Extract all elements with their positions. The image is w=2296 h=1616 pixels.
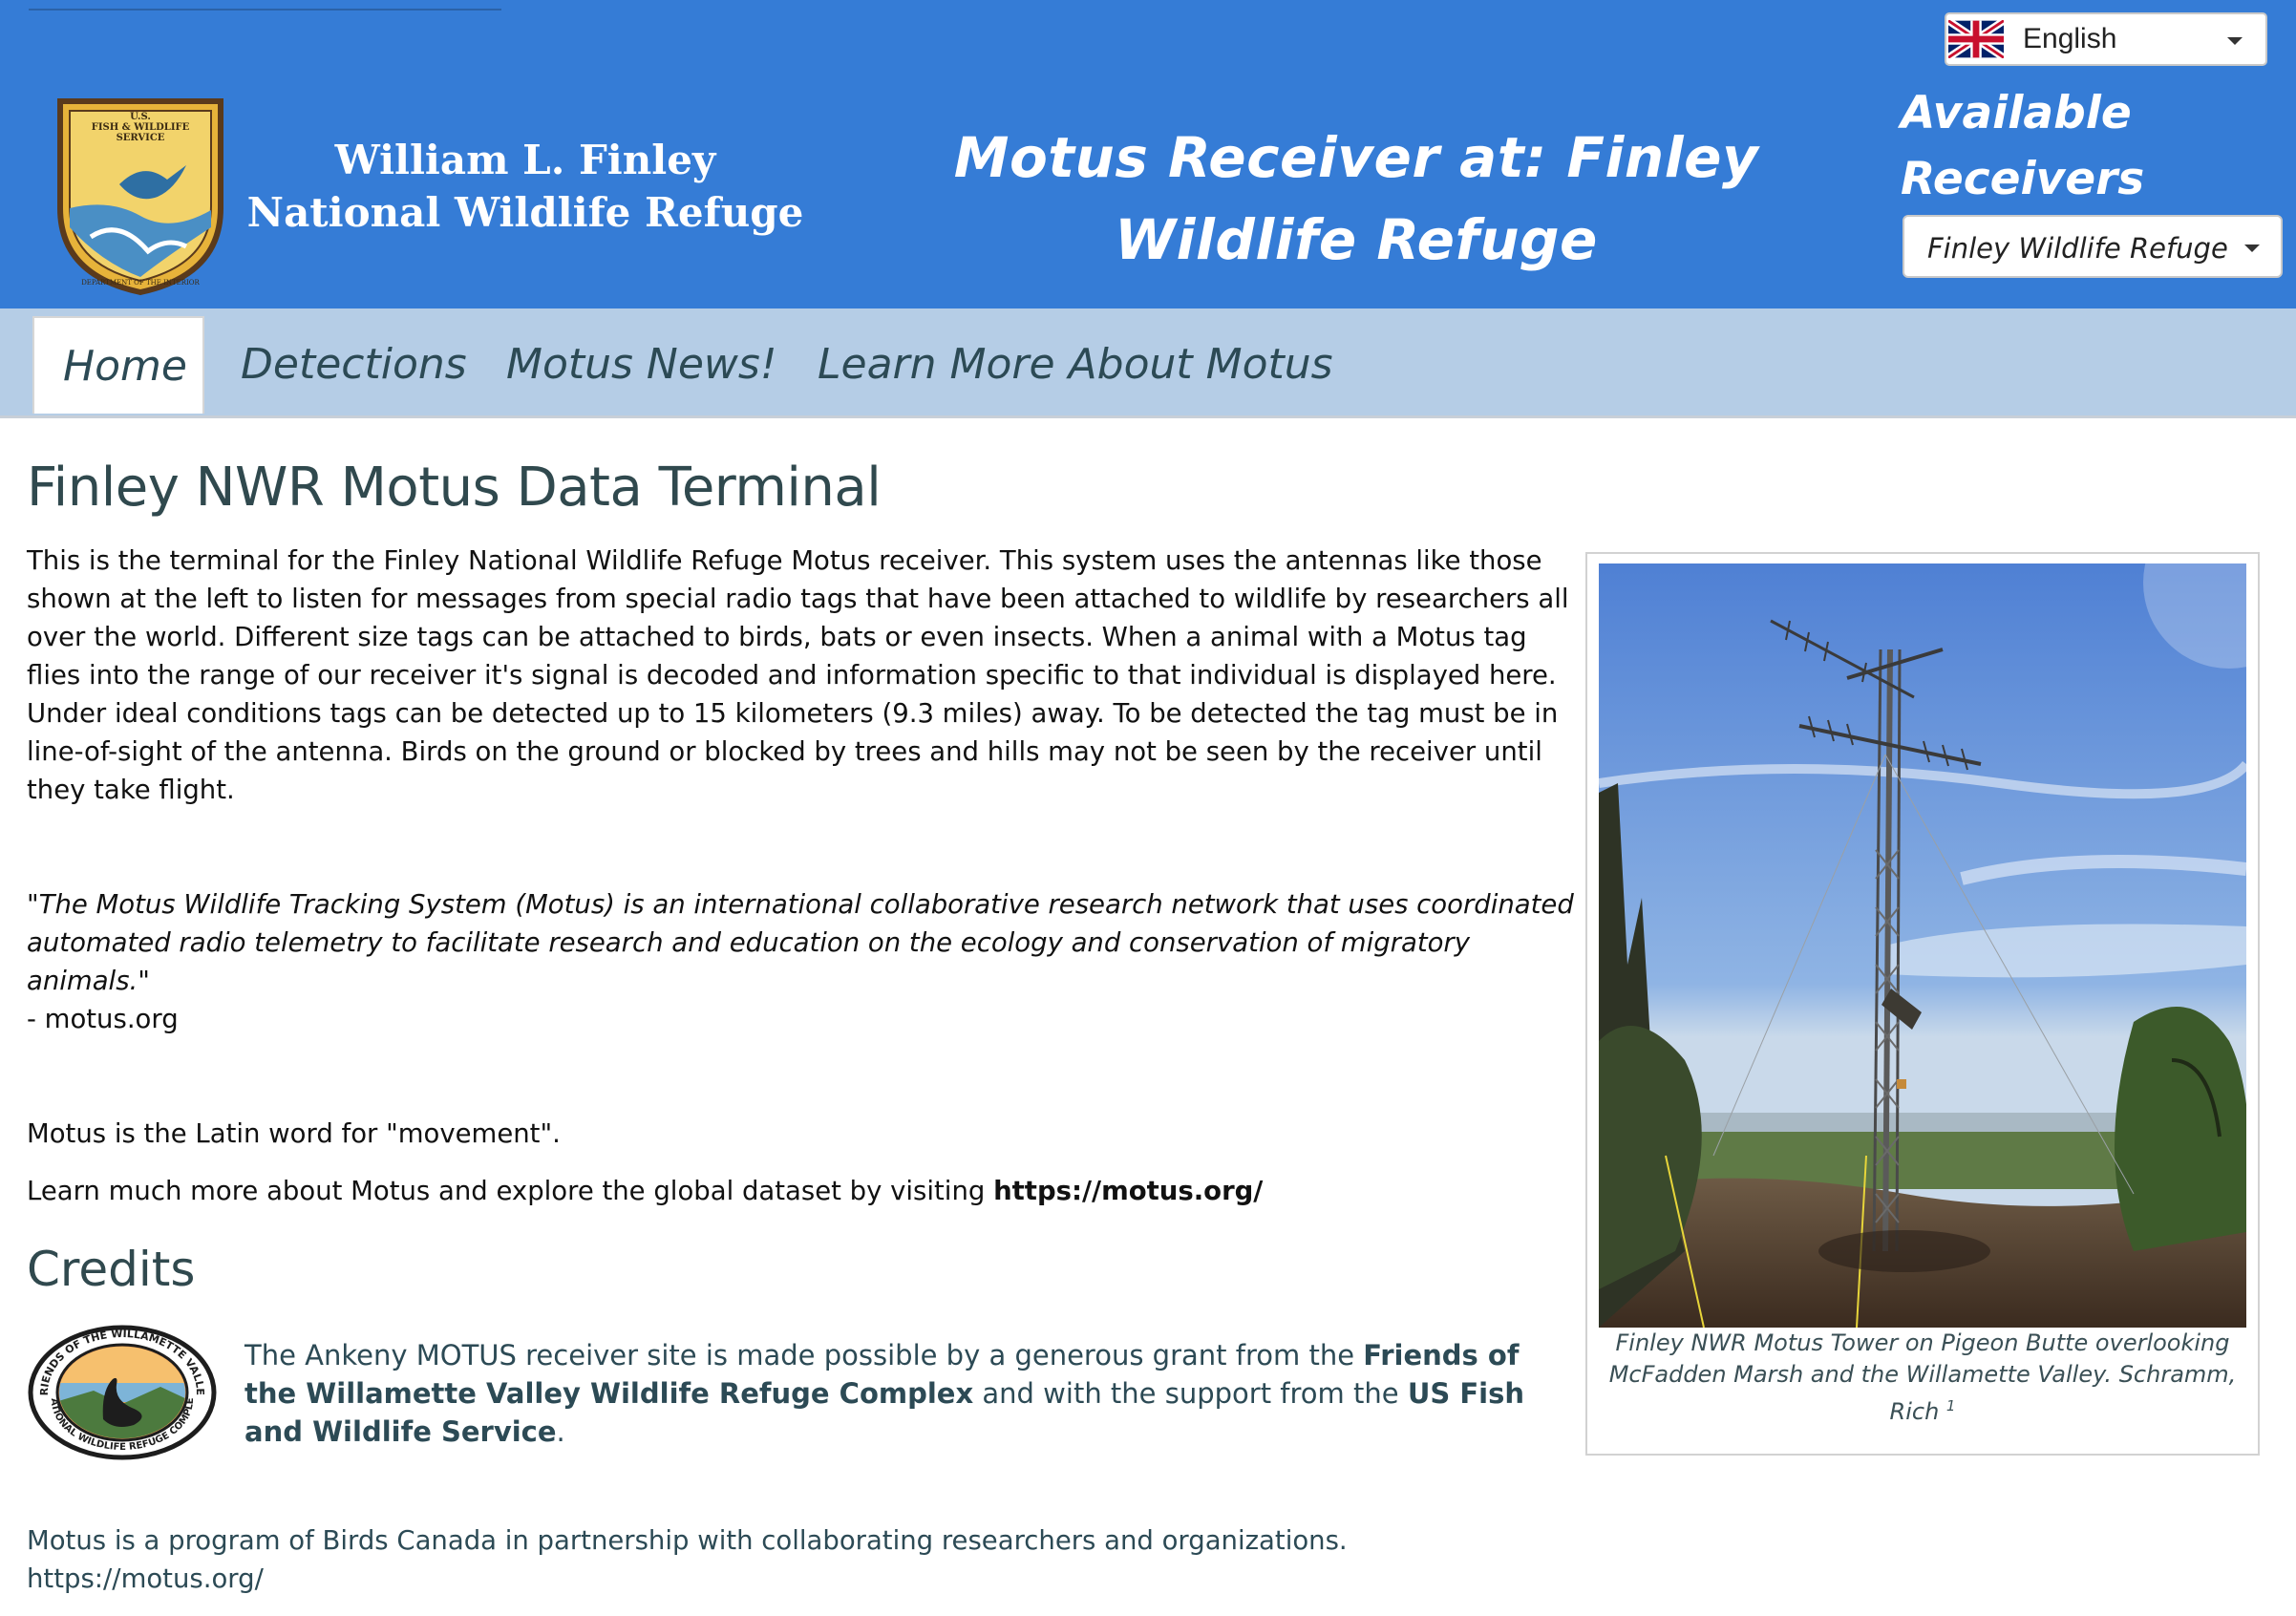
credits-text-part-2: and with the support from the [973,1377,1408,1410]
motus-quote: "The Motus Wildlife Tracking System (Mot… [27,889,1574,996]
nav-tab-motus-news[interactable]: Motus News! [478,316,805,414]
language-label: English [2023,23,2117,54]
caption-footnote-marker[interactable]: 1 [1946,1397,1956,1414]
figure-caption-text: Finley NWR Motus Tower on Pigeon Butte o… [1608,1329,2237,1425]
footer-motus-link[interactable]: https://motus.org/ [27,1563,264,1594]
learn-more-paragraph: Learn much more about Motus and explore … [27,1172,1574,1210]
fws-logo-text-1: U.S. [130,112,151,122]
language-select[interactable]: English [1945,12,2267,66]
intro-paragraph: This is the terminal for the Finley Nati… [27,545,1569,805]
site-title: Motus Receiver at: Finley Wildlife Refug… [953,125,1759,272]
refuge-name[interactable]: William L. Finley National Wildlife Refu… [239,134,812,239]
tower-figure: Finley NWR Motus Tower on Pigeon Butte o… [1585,552,2260,1456]
tower-photo[interactable] [1599,563,2246,1328]
receiver-select[interactable]: Finley Wildlife Refuge [1903,215,2283,278]
chevron-down-icon [2227,37,2243,45]
credits-heading: Credits [27,1242,196,1297]
chevron-down-icon [2244,245,2260,252]
credits-text-part-1: The Ankeny MOTUS receiver site is made p… [244,1339,1364,1371]
friends-logo[interactable]: FRIENDS OF THE WILLAMETTE VALLEY NATIONA… [27,1324,218,1461]
fws-logo-text-2: FISH & WILDLIFE [92,122,190,133]
main-nav: Home Detections Motus News! Learn More A… [0,308,2296,418]
nav-tab-detections[interactable]: Detections [212,316,496,414]
motus-link[interactable]: https://motus.org/ [993,1176,1263,1206]
fws-shield-logo[interactable]: U.S. FISH & WILDLIFE SERVICE DEPARTMENT … [53,94,228,298]
latin-meaning: Motus is the Latin word for "movement". [27,1118,561,1149]
nav-tab-learn-more[interactable]: Learn More About Motus [789,316,1362,414]
learn-more-text: Learn much more about Motus and explore … [27,1176,994,1206]
credits-text-part-3: . [556,1415,565,1448]
site-header: English U.S. FISH & WILDLIFE SERVICE DEP… [0,0,2296,308]
page-title: Finley NWR Motus Data Terminal [27,457,882,519]
footer-text: Motus is a program of Birds Canada in pa… [27,1521,1574,1598]
nav-tab-home[interactable]: Home [32,316,204,414]
available-receivers-heading: Available Receivers [1901,87,2145,205]
quote-source: - motus.org [27,1004,179,1034]
footer-line-1: Motus is a program of Birds Canada in pa… [27,1525,1348,1556]
header-divider [29,9,501,11]
fws-logo-text-3: SERVICE [117,133,165,143]
uk-flag-icon [1948,20,2004,58]
receiver-select-value: Finley Wildlife Refuge [1927,232,2228,265]
credits-text: The Ankeny MOTUS receiver site is made p… [244,1336,1572,1451]
fws-logo-bottom-text: DEPARTMENT OF THE INTERIOR [81,279,200,287]
figure-caption: Finley NWR Motus Tower on Pigeon Butte o… [1599,1328,2246,1428]
